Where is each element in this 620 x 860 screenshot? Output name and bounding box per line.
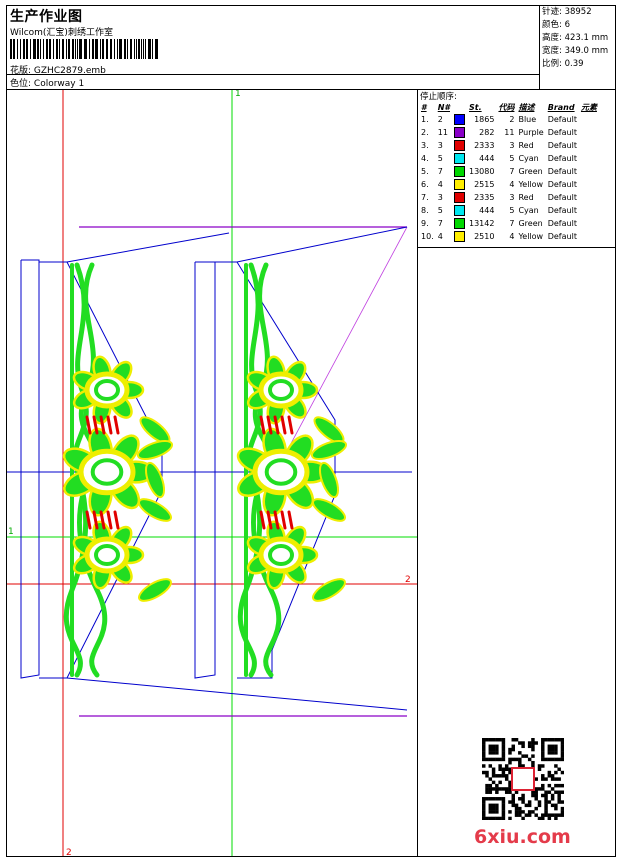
color-swatch — [454, 231, 465, 242]
stop-table-divider — [417, 247, 616, 248]
col-description: 描述 — [518, 102, 535, 112]
col-index: # — [421, 102, 427, 112]
embroidery-piece-right — [236, 262, 348, 678]
panel-divider — [417, 89, 418, 857]
col-code: 代码 — [498, 102, 515, 112]
page-title: 生产作业图 — [10, 9, 83, 25]
col-stitches: St. — [469, 102, 482, 112]
guide-label-h2: 2 — [405, 575, 411, 585]
table-row: 2. 11 282 11 Purple Default — [421, 127, 577, 138]
barcode — [10, 39, 158, 59]
color-swatch — [454, 205, 465, 216]
embroidery-piece-left — [62, 262, 174, 678]
stat-colors: 颜色: 6 — [542, 20, 570, 30]
table-row: 3. 3 2333 3 Red Default — [421, 140, 577, 151]
table-row: 10. 4 2510 4 Yellow Default — [421, 231, 577, 242]
col-needle: N# — [437, 102, 450, 112]
guide-label-v2: 2 — [66, 848, 72, 856]
table-row: 9. 7 13142 7 Green Default — [421, 218, 577, 229]
table-row: 6. 4 2515 4 Yellow Default — [421, 179, 577, 190]
colorway-label: 色位: — [10, 79, 32, 89]
table-row: 8. 5 444 5 Cyan Default — [421, 205, 577, 216]
table-row: 7. 3 2335 3 Red Default — [421, 192, 577, 203]
design-stats: 针迹: 38952 颜色: 6 高度: 423.1 mm 宽度: 349.0 m… — [542, 6, 608, 71]
stat-width: 宽度: 349.0 mm — [542, 46, 609, 56]
col-brand: Brand — [547, 102, 575, 112]
stat-stitches: 针迹: 38952 — [542, 7, 592, 17]
color-swatch — [454, 127, 465, 138]
color-swatch — [454, 179, 465, 190]
stat-scale: 比例: 0.39 — [542, 59, 584, 69]
color-swatch — [454, 114, 465, 125]
color-swatch — [454, 192, 465, 203]
col-element: 元素 — [580, 102, 597, 112]
color-swatch — [454, 153, 465, 164]
colorway-value: Colorway 1 — [33, 79, 85, 89]
table-row: 4. 5 444 5 Cyan Default — [421, 153, 577, 164]
table-row: 5. 7 13080 7 Green Default — [421, 166, 577, 177]
qr-code — [482, 738, 564, 820]
table-header-row: # N# St. 代码 描述 Brand 元素 — [419, 101, 599, 113]
embroidery-preview: 1 2 1 2 — [7, 90, 417, 856]
stat-height: 高度: 423.1 mm — [542, 33, 609, 43]
watermark-logo: 6xiu.com — [474, 826, 571, 848]
guide-label-v1: 1 — [235, 90, 241, 99]
table-row: 1. 2 1865 2 Blue Default — [421, 114, 577, 125]
color-swatch — [454, 140, 465, 151]
stop-sequence-table: # N# St. 代码 描述 Brand 元素 1. 2 1865 2 Blue Defa… — [419, 101, 599, 243]
company-name: Wilcom(汇宝)刺绣工作室 — [10, 28, 113, 38]
colorway-row: 色位: Colorway 1 — [6, 74, 540, 89]
colorway: 色位: Colorway 1 — [10, 76, 84, 89]
color-swatch — [454, 218, 465, 229]
guide-label-h1: 1 — [8, 527, 14, 537]
color-swatch — [454, 166, 465, 177]
